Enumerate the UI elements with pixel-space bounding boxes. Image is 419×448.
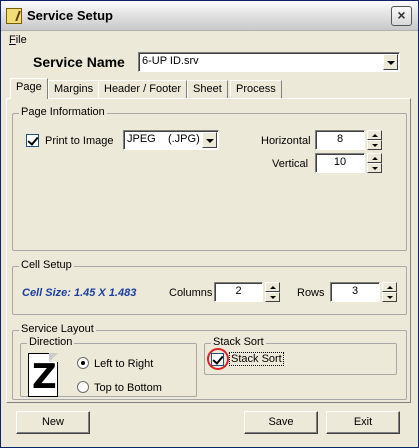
columns-input[interactable]: 2 bbox=[214, 282, 263, 302]
spin-down-icon[interactable] bbox=[265, 292, 280, 302]
service-name-value: 6-UP ID.srv bbox=[142, 55, 199, 67]
tab-header-footer[interactable]: Header / Footer bbox=[98, 80, 188, 98]
page-information-title: Page Information bbox=[19, 106, 107, 118]
close-button[interactable]: × bbox=[391, 6, 412, 26]
spin-down-icon[interactable] bbox=[367, 140, 382, 150]
cell-setup-title: Cell Setup bbox=[19, 259, 74, 271]
save-button[interactable]: Save bbox=[244, 411, 318, 434]
vertical-spinner[interactable] bbox=[367, 153, 382, 173]
chevron-down-icon[interactable] bbox=[202, 132, 217, 148]
tab-sheet[interactable]: Sheet bbox=[187, 80, 228, 98]
tab-process[interactable]: Process bbox=[230, 80, 282, 98]
left-to-right-radio[interactable] bbox=[77, 357, 89, 369]
horizontal-input[interactable]: 8 bbox=[315, 130, 365, 150]
chevron-down-icon[interactable] bbox=[383, 54, 398, 70]
spin-down-icon[interactable] bbox=[382, 292, 397, 302]
top-to-bottom-radio[interactable] bbox=[77, 381, 89, 393]
spin-up-icon[interactable] bbox=[367, 153, 382, 163]
direction-title: Direction bbox=[27, 336, 75, 348]
spin-up-icon[interactable] bbox=[382, 282, 397, 292]
print-to-image-label: Print to Image bbox=[45, 135, 114, 147]
menu-bar: File bbox=[1, 32, 418, 50]
image-format-dropdown[interactable]: JPEG (.JPG) bbox=[123, 130, 219, 150]
cell-size-text: Cell Size: 1.45 X 1.483 bbox=[22, 287, 137, 299]
highlight-ring bbox=[207, 348, 229, 370]
spin-down-icon[interactable] bbox=[367, 163, 382, 173]
rows-label: Rows bbox=[297, 287, 325, 299]
horizontal-spinner[interactable] bbox=[367, 130, 382, 150]
service-name-label: Service Name bbox=[33, 54, 125, 70]
tab-margins[interactable]: Margins bbox=[48, 80, 100, 98]
horizontal-label: Horizontal bbox=[261, 135, 311, 147]
new-button[interactable]: New bbox=[16, 411, 90, 434]
exit-button[interactable]: Exit bbox=[326, 411, 400, 434]
top-to-bottom-label: Top to Bottom bbox=[94, 382, 162, 394]
app-icon bbox=[6, 8, 22, 24]
print-to-image-checkbox[interactable] bbox=[26, 134, 39, 147]
direction-z-icon: Z bbox=[28, 353, 58, 397]
title-bar[interactable]: Service Setup × bbox=[1, 1, 418, 31]
vertical-input[interactable]: 10 bbox=[315, 153, 365, 173]
vertical-label: Vertical bbox=[272, 158, 309, 170]
service-name-dropdown[interactable]: 6-UP ID.srv bbox=[138, 52, 400, 72]
stack-sort-title: Stack Sort bbox=[211, 336, 266, 348]
spin-up-icon[interactable] bbox=[367, 130, 382, 140]
window-title: Service Setup bbox=[27, 8, 113, 23]
columns-spinner[interactable] bbox=[265, 282, 280, 302]
menu-file[interactable]: File bbox=[9, 34, 27, 46]
tab-page[interactable]: Page bbox=[10, 78, 48, 99]
rows-spinner[interactable] bbox=[382, 282, 397, 302]
left-to-right-label: Left to Right bbox=[94, 358, 154, 370]
stack-sort-label: Stack Sort bbox=[229, 352, 284, 366]
rows-input[interactable]: 3 bbox=[330, 282, 380, 302]
columns-label: Columns bbox=[169, 287, 213, 299]
image-format-value: JPEG (.JPG) bbox=[127, 133, 200, 145]
service-layout-title: Service Layout bbox=[19, 323, 96, 335]
spin-up-icon[interactable] bbox=[265, 282, 280, 292]
service-setup-window: Service Setup × File Service Name 6-UP I… bbox=[0, 0, 419, 448]
